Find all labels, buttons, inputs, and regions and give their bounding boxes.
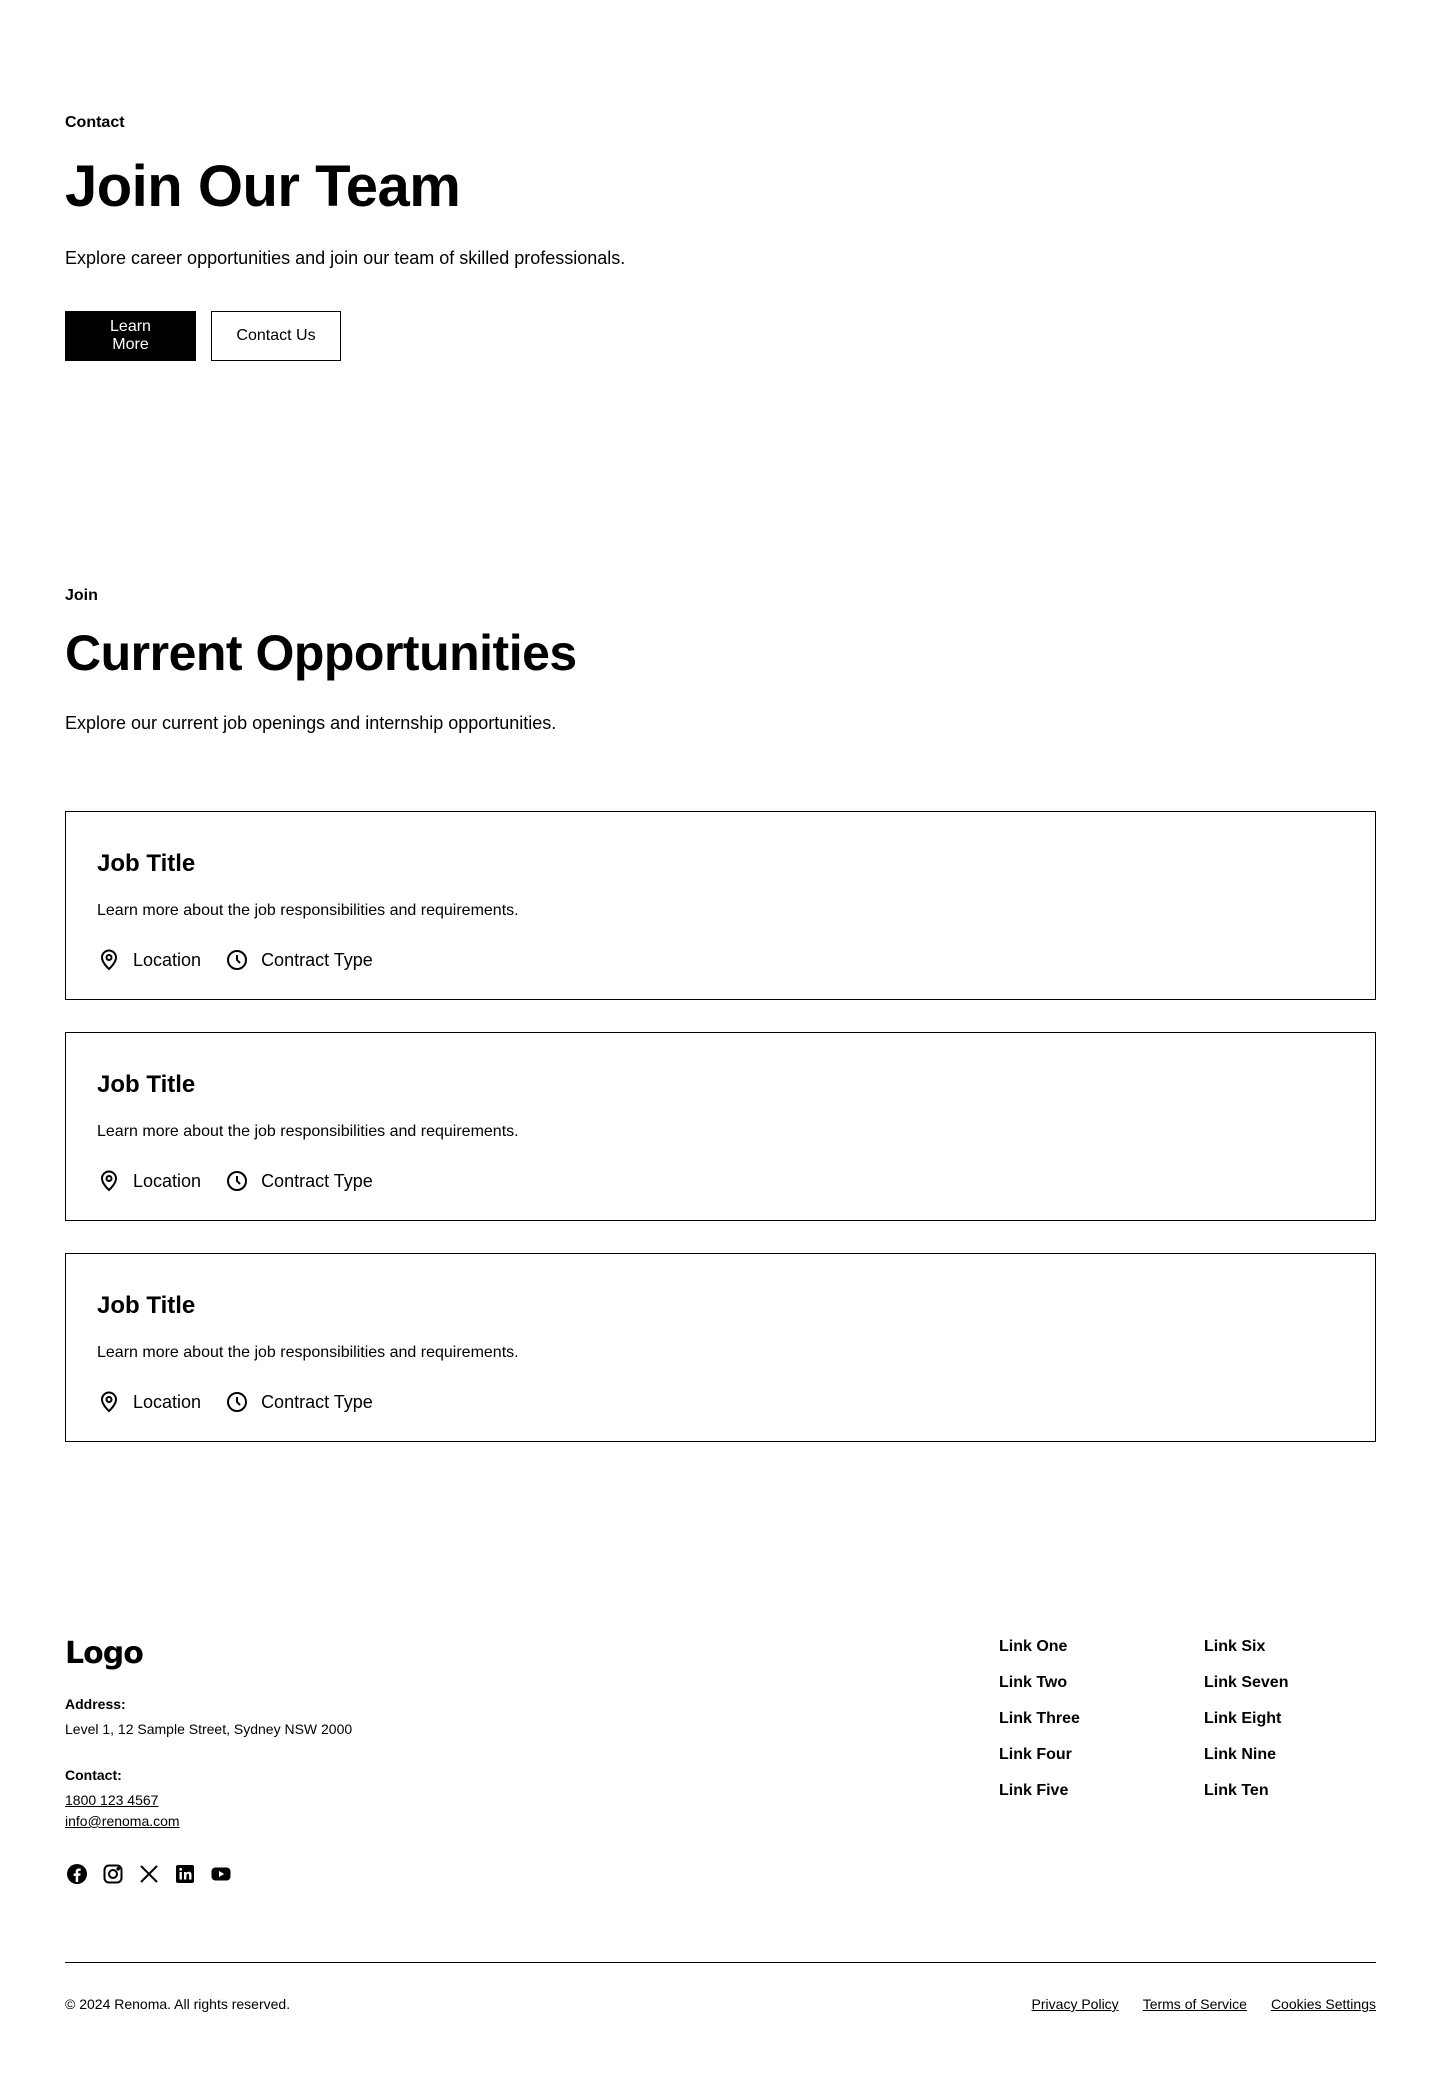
job-description: Learn more about the job responsibilitie…: [97, 902, 519, 919]
copyright-text: © 2024 Renoma. All rights reserved.: [65, 1996, 291, 2012]
legal-links: Privacy Policy Terms of Service Cookies …: [1032, 1996, 1376, 2012]
job-card[interactable]: Job Title Learn more about the job respo…: [65, 1032, 1376, 1221]
job-contract: Contract Type: [225, 1169, 373, 1193]
job-location-label: Location: [133, 1391, 202, 1412]
clock-icon: [225, 1390, 249, 1414]
job-meta: Location Contract Type: [97, 1390, 397, 1414]
footer-link[interactable]: Link Ten: [1204, 1782, 1288, 1818]
address-text: Level 1, 12 Sample Street, Sydney NSW 20…: [65, 1721, 353, 1737]
job-card[interactable]: Job Title Learn more about the job respo…: [65, 1253, 1376, 1442]
footer-links-col2: Link Six Link Seven Link Eight Link Nine…: [1204, 1638, 1288, 1818]
job-location: Location: [97, 1390, 201, 1414]
youtube-icon[interactable]: [209, 1862, 233, 1886]
opportunities-subtitle: Explore our current job openings and int…: [65, 713, 557, 733]
clock-icon: [225, 948, 249, 972]
hero-subtitle: Explore career opportunities and join ou…: [65, 248, 626, 268]
x-icon[interactable]: [137, 1862, 161, 1886]
job-card[interactable]: Job Title Learn more about the job respo…: [65, 811, 1376, 1000]
linkedin-icon[interactable]: [173, 1862, 197, 1886]
clock-icon: [225, 1169, 249, 1193]
job-title: Job Title: [97, 850, 196, 877]
job-contract-label: Contract Type: [261, 949, 373, 970]
footer-link[interactable]: Link One: [999, 1638, 1080, 1674]
terms-of-service-link[interactable]: Terms of Service: [1143, 1996, 1247, 2012]
opportunities-title: Current Opportunities: [65, 625, 577, 681]
footer-link[interactable]: Link Three: [999, 1710, 1080, 1746]
footer-link[interactable]: Link Four: [999, 1746, 1080, 1782]
footer-link[interactable]: Link Two: [999, 1674, 1080, 1710]
job-location: Location: [97, 948, 201, 972]
cookies-settings-link[interactable]: Cookies Settings: [1271, 1996, 1376, 2012]
job-meta: Location Contract Type: [97, 1169, 397, 1193]
footer-link[interactable]: Link Five: [999, 1782, 1080, 1818]
job-location-label: Location: [133, 1170, 202, 1191]
footer-logo[interactable]: Logo: [65, 1636, 144, 1671]
footer-links-col1: Link One Link Two Link Three Link Four L…: [999, 1638, 1080, 1818]
job-contract: Contract Type: [225, 1390, 373, 1414]
hero-title: Join Our Team: [65, 154, 461, 219]
phone-link[interactable]: 1800 123 4567: [65, 1792, 158, 1808]
hero-eyebrow: Contact: [65, 114, 125, 131]
learn-more-button[interactable]: Learn More: [65, 311, 196, 361]
job-title: Job Title: [97, 1071, 196, 1098]
social-links: [65, 1862, 233, 1886]
address-label: Address:: [65, 1696, 126, 1712]
hero-buttons: Learn More Contact Us: [65, 311, 341, 361]
footer-link[interactable]: Link Seven: [1204, 1674, 1288, 1710]
facebook-icon[interactable]: [65, 1862, 89, 1886]
contact-label: Contact:: [65, 1767, 122, 1783]
job-contract-label: Contract Type: [261, 1391, 373, 1412]
job-description: Learn more about the job responsibilitie…: [97, 1344, 519, 1361]
footer-link[interactable]: Link Eight: [1204, 1710, 1288, 1746]
job-contract: Contract Type: [225, 948, 373, 972]
map-pin-icon: [97, 948, 121, 972]
job-location-label: Location: [133, 949, 202, 970]
contact-us-button[interactable]: Contact Us: [211, 311, 341, 361]
job-meta: Location Contract Type: [97, 948, 397, 972]
map-pin-icon: [97, 1390, 121, 1414]
job-title: Job Title: [97, 1292, 196, 1319]
job-description: Learn more about the job responsibilitie…: [97, 1123, 519, 1140]
instagram-icon[interactable]: [101, 1862, 125, 1886]
privacy-policy-link[interactable]: Privacy Policy: [1032, 1996, 1119, 2012]
footer-link[interactable]: Link Nine: [1204, 1746, 1288, 1782]
job-location: Location: [97, 1169, 201, 1193]
job-contract-label: Contract Type: [261, 1170, 373, 1191]
opportunities-eyebrow: Join: [65, 587, 98, 604]
map-pin-icon: [97, 1169, 121, 1193]
footer-link[interactable]: Link Six: [1204, 1638, 1288, 1674]
email-link[interactable]: info@renoma.com: [65, 1813, 180, 1829]
footer-divider: [65, 1962, 1376, 1963]
